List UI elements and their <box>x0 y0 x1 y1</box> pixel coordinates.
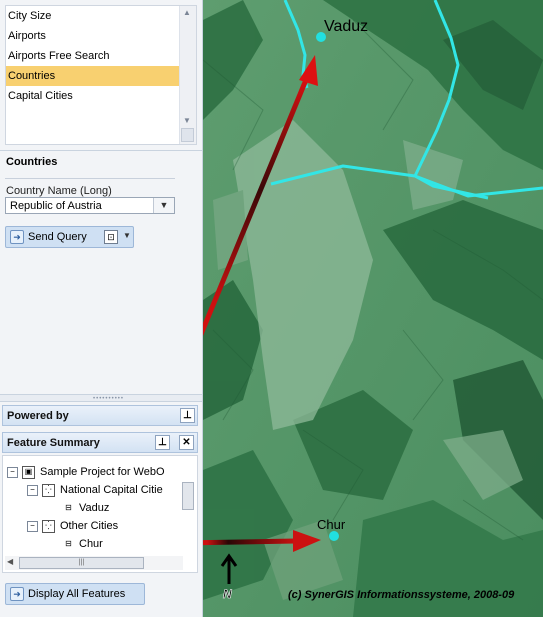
query-item-capital-cities[interactable]: Capital Cities <box>6 86 196 106</box>
left-panel: City Size Airports Airports Free Search … <box>0 0 203 617</box>
feature-summary-panel-header: Feature Summary ⊥ ✕ <box>2 432 198 453</box>
scroll-up-icon[interactable]: ▲ <box>183 8 191 17</box>
arrow-right-icon: ➜ <box>10 230 24 244</box>
tree-node-national-capitals[interactable]: − ⁛ National Capital Citie <box>27 482 163 498</box>
panel-splitter[interactable]: •••••••••• <box>0 394 202 402</box>
display-all-features-label: Display All Features <box>28 588 126 600</box>
feature-icon: ⊟ <box>63 538 74 550</box>
tree-node-project[interactable]: − ▣ Sample Project for WebO <box>7 464 165 480</box>
query-form-title: Countries <box>6 156 58 168</box>
query-list: City Size Airports Airports Free Search … <box>5 5 197 145</box>
feature-icon: ⊟ <box>63 502 74 514</box>
pin-icon[interactable]: ⊥ <box>155 435 170 450</box>
pin-icon[interactable]: ⊥ <box>180 408 195 423</box>
tree-label: Chur <box>79 538 103 550</box>
scroll-left-icon[interactable]: ◀ <box>7 557 13 566</box>
scroll-thumb[interactable] <box>181 128 194 142</box>
query-item-countries[interactable]: Countries <box>6 66 196 86</box>
tree-horizontal-scrollbar[interactable]: ◀ ||| <box>5 556 183 570</box>
scroll-thumb[interactable]: ||| <box>19 557 144 569</box>
city-label-chur: Chur <box>317 517 346 532</box>
grip-icon: •••••••••• <box>93 396 125 402</box>
feature-tree: − ▣ Sample Project for WebO − ⁛ National Cap… <box>2 455 198 573</box>
map-view[interactable]: Vaduz Chur N (c) SynerGIS Informationssy… <box>203 0 543 617</box>
country-name-select[interactable]: Republic of Austria ▼ <box>5 197 175 214</box>
city-dot[interactable] <box>329 531 339 541</box>
divider <box>5 178 175 179</box>
tree-node-vaduz[interactable]: ⊟ Vaduz <box>63 500 109 516</box>
collapse-icon[interactable]: − <box>27 520 38 532</box>
query-item-airports-free-search[interactable]: Airports Free Search <box>6 46 196 66</box>
country-name-label: Country Name (Long) <box>6 185 112 197</box>
collapse-icon[interactable]: − <box>27 484 38 496</box>
tree-node-chur[interactable]: ⊟ Chur <box>63 536 103 552</box>
arrow-right-icon: ➜ <box>10 587 24 601</box>
tree-node-other-cities[interactable]: − ⁛ Other Cities <box>27 518 118 534</box>
tree-label: National Capital Citie <box>60 484 163 496</box>
scroll-down-icon[interactable]: ▼ <box>183 116 191 125</box>
send-query-label: Send Query <box>28 231 87 243</box>
query-list-scrollbar[interactable]: ▲ ▼ <box>179 6 196 144</box>
tree-label: Vaduz <box>79 502 110 514</box>
send-query-button[interactable]: ➜ Send Query ⊡ ▼ <box>5 226 134 248</box>
project-icon: ▣ <box>22 465 35 479</box>
collapse-icon[interactable]: − <box>7 466 18 478</box>
layer-icon: ⁛ <box>42 483 55 497</box>
powered-by-panel-header: Powered by ⊥ <box>2 405 198 426</box>
chevron-down-icon[interactable]: ▼ <box>153 198 174 213</box>
north-label: N <box>223 587 232 601</box>
powered-by-title: Powered by <box>7 410 69 422</box>
chevron-down-icon[interactable]: ▼ <box>123 231 131 240</box>
scroll-thumb[interactable] <box>182 482 194 510</box>
map-canvas[interactable]: Vaduz Chur N <box>203 0 543 617</box>
country-name-value: Republic of Austria <box>10 200 102 212</box>
map-copyright: (c) SynerGIS Informationssysteme, 2008-0… <box>288 589 515 601</box>
city-label-vaduz: Vaduz <box>324 18 368 35</box>
zoom-extent-icon[interactable]: ⊡ <box>104 230 118 244</box>
query-item-city-size[interactable]: City Size <box>6 6 196 26</box>
tree-vertical-scrollbar[interactable] <box>181 468 195 523</box>
close-icon[interactable]: ✕ <box>179 435 194 450</box>
divider <box>0 150 202 151</box>
tree-label: Other Cities <box>60 520 119 532</box>
display-all-features-button[interactable]: ➜ Display All Features <box>5 583 145 605</box>
tree-label: Sample Project for WebO <box>40 466 165 478</box>
query-item-airports[interactable]: Airports <box>6 26 196 46</box>
feature-summary-title: Feature Summary <box>7 437 100 449</box>
layer-icon: ⁛ <box>42 519 55 533</box>
